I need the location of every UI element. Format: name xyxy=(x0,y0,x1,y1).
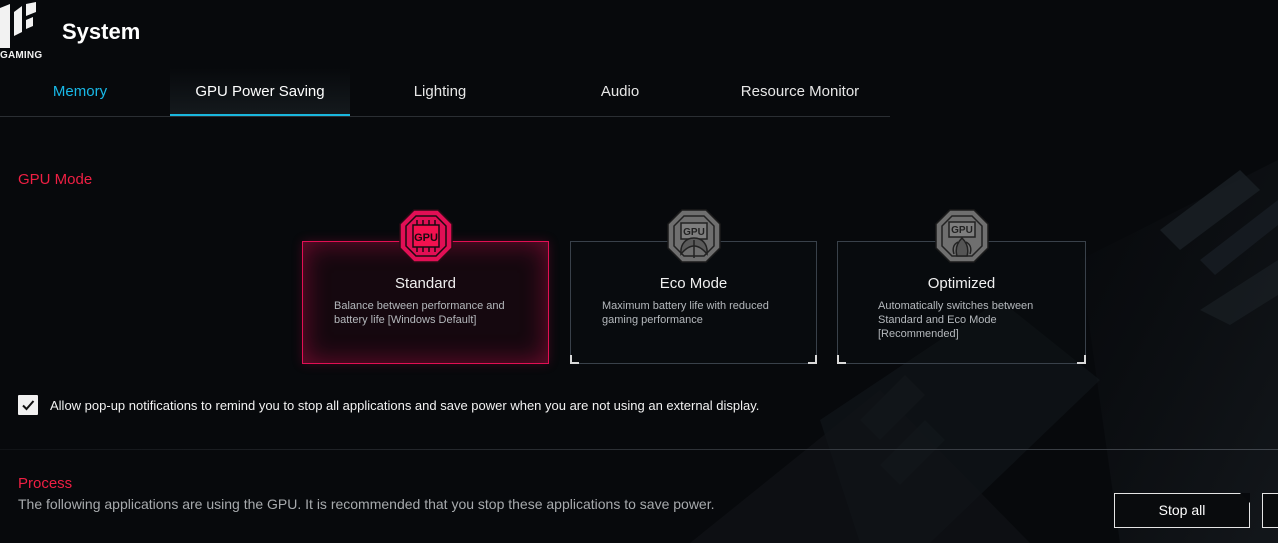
mode-name-eco: Eco Mode xyxy=(659,275,728,292)
gpu-eco-leaf-icon: GPU xyxy=(667,209,721,263)
partial-button[interactable] xyxy=(1262,493,1278,528)
svg-text:GPU: GPU xyxy=(683,227,705,238)
mode-name-optimized: Optimized xyxy=(927,275,996,292)
process-description: The following applications are using the… xyxy=(18,496,715,512)
mode-description-standard: Balance between performance and battery … xyxy=(334,300,505,326)
notification-checkbox[interactable] xyxy=(18,395,38,415)
tab-gpu-power-saving[interactable]: GPU Power Saving xyxy=(170,68,350,116)
tab-audio[interactable]: Audio xyxy=(530,68,710,116)
mode-description-eco: Maximum battery life with reduced gaming… xyxy=(602,300,769,326)
tab-lighting[interactable]: Lighting xyxy=(350,68,530,116)
page-title: System xyxy=(62,19,141,44)
tab-resource-monitor[interactable]: Resource Monitor xyxy=(710,68,890,116)
mode-name-standard: Standard xyxy=(395,275,456,292)
section-divider xyxy=(0,449,1278,450)
notification-checkbox-label: Allow pop-up notifications to remind you… xyxy=(50,398,760,413)
corner-mark xyxy=(1077,355,1086,364)
svg-text:GPU: GPU xyxy=(414,232,438,244)
stop-all-button[interactable]: Stop all xyxy=(1114,493,1250,528)
gpu-optimized-icon: GPU xyxy=(935,209,989,263)
mode-description-optimized: Automatically switches between Standard … xyxy=(878,300,1034,340)
process-heading: Process xyxy=(18,475,73,492)
corner-mark xyxy=(837,355,846,364)
corner-mark xyxy=(808,355,817,364)
checkmark-icon xyxy=(22,400,35,411)
stop-all-button-label: Stop all xyxy=(1158,502,1206,518)
svg-text:GPU: GPU xyxy=(951,225,973,236)
tab-memory[interactable]: Memory xyxy=(0,68,160,116)
tab-bar: Memory GPU Power Saving Lighting Audio R… xyxy=(0,68,890,117)
corner-mark xyxy=(570,355,579,364)
gpu-mode-heading: GPU Mode xyxy=(18,171,93,188)
gpu-chip-icon: GPU xyxy=(399,209,453,263)
logo-text: GAMING xyxy=(0,50,43,61)
